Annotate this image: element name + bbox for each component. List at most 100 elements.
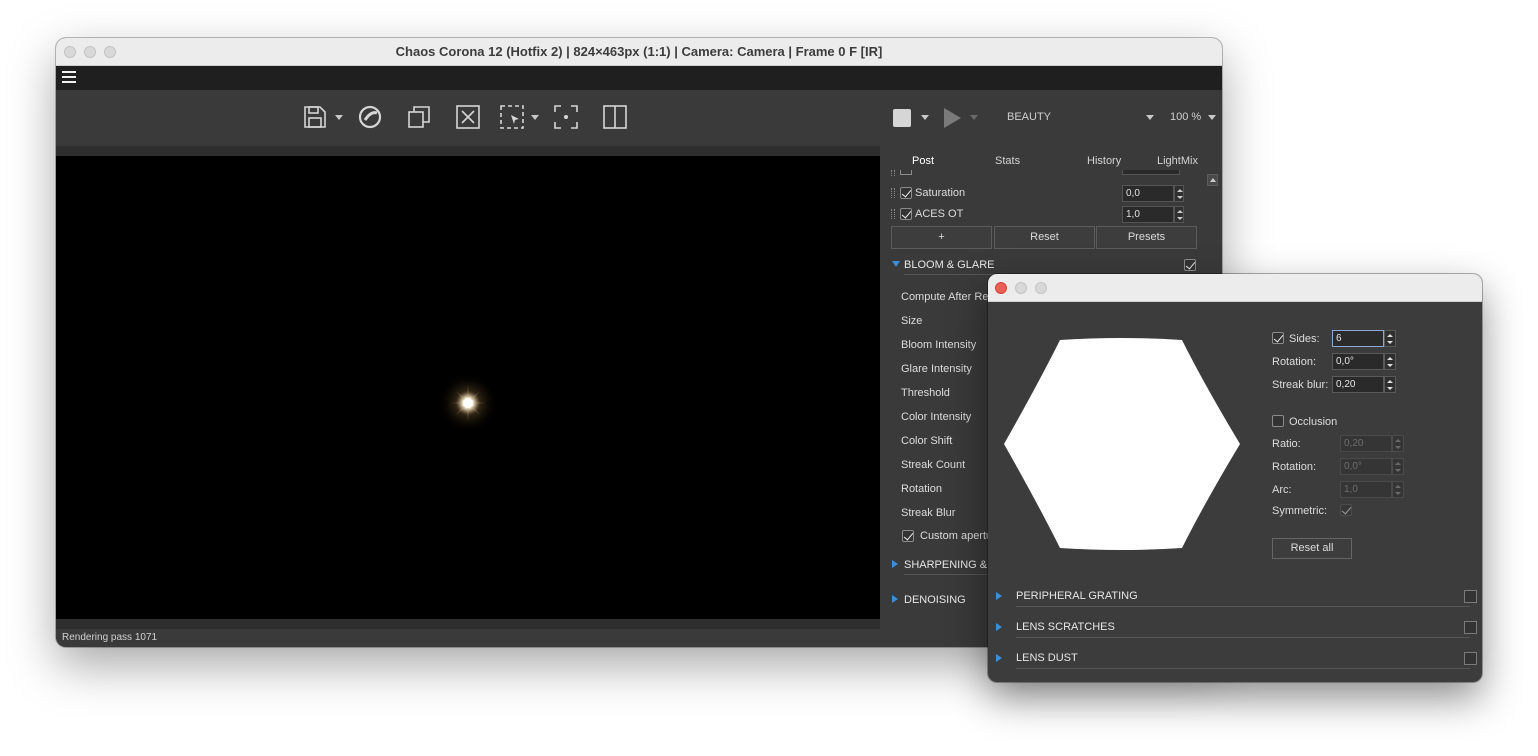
render-viewport[interactable]: [56, 156, 880, 619]
bloom-item-streak-count: Streak Count: [901, 459, 966, 471]
bloom-item-color-shift: Color Shift: [901, 435, 953, 447]
saturation-label: Saturation: [915, 187, 966, 199]
window-titlebar: Chaos Corona 12 (Hotfix 2) | 824×463px (…: [56, 38, 1222, 66]
region-render-icon[interactable]: [498, 103, 526, 131]
add-operator-button[interactable]: +: [891, 226, 992, 249]
toolbar: BEAUTY 100 %: [56, 90, 1222, 146]
scroll-up-arrow[interactable]: [1207, 174, 1218, 186]
ratio-stepper[interactable]: [1392, 435, 1404, 452]
zoom-select[interactable]: 100 %: [1170, 111, 1201, 123]
save-icon[interactable]: [301, 103, 329, 131]
bloom-item-rotation: Rotation: [901, 483, 942, 495]
aperture-dialog: Sides: 6 Rotation: 0,0° Streak blur: 0,2…: [988, 274, 1482, 682]
occlusion-rotation-field[interactable]: 0,0°: [1340, 458, 1392, 475]
sharpening-section[interactable]: SHARPENING & B: [904, 559, 998, 571]
bloom-item-color-intensity: Color Intensity: [901, 411, 972, 423]
arc-field[interactable]: 1,0: [1340, 481, 1392, 498]
compare-split-icon[interactable]: [601, 103, 629, 131]
occlusion-label: Occlusion: [1289, 416, 1338, 428]
sides-field[interactable]: 6: [1332, 330, 1384, 347]
saturation-checkbox[interactable]: [900, 187, 912, 199]
expand-right-icon[interactable]: [892, 560, 898, 568]
corona-logo-icon[interactable]: [356, 103, 384, 131]
presets-button[interactable]: Presets: [1096, 226, 1197, 249]
saturation-field[interactable]: 0,0: [1122, 185, 1174, 202]
custom-aperture-checkbox[interactable]: [902, 530, 914, 542]
stop-render-icon[interactable]: [893, 109, 911, 127]
window-title: Chaos Corona 12 (Hotfix 2) | 824×463px (…: [395, 44, 883, 59]
lens-dust-section[interactable]: LENS DUST: [1016, 652, 1078, 664]
channel-dropdown-icon[interactable]: [1146, 115, 1154, 120]
render-channel-select[interactable]: BEAUTY: [1007, 111, 1051, 123]
streak-blur-label: Streak blur:: [1272, 379, 1329, 391]
aces-ot-label: ACES OT: [915, 208, 964, 220]
hamburger-menu-icon[interactable]: [62, 71, 76, 83]
occlusion-checkbox[interactable]: [1272, 415, 1284, 427]
bloom-item-glare-intensity: Glare Intensity: [901, 363, 972, 375]
saturation-stepper[interactable]: [1174, 185, 1184, 202]
streak-blur-field[interactable]: 0,20: [1332, 376, 1384, 393]
sides-label: Sides:: [1289, 333, 1320, 345]
bloom-item-compute-after: Compute After Re: [901, 291, 989, 303]
tab-post[interactable]: Post: [912, 155, 934, 167]
rotation-label: Rotation:: [1272, 356, 1317, 368]
lens-scratches-section[interactable]: LENS SCRATCHES: [1016, 621, 1115, 633]
section-divider: [1016, 668, 1470, 669]
occlusion-rotation-stepper[interactable]: [1392, 458, 1404, 475]
save-dropdown-icon[interactable]: [335, 115, 343, 120]
drag-handle-icon[interactable]: [891, 170, 895, 176]
expand-right-icon[interactable]: [996, 654, 1002, 662]
expand-down-icon[interactable]: [892, 261, 900, 267]
dialog-titlebar: [988, 274, 1482, 302]
copy-icon[interactable]: [405, 103, 433, 131]
rotation-stepper[interactable]: [1384, 353, 1396, 370]
drag-handle-icon[interactable]: [891, 188, 895, 198]
bloom-glare-checkbox[interactable]: [1184, 259, 1196, 271]
expand-right-icon[interactable]: [892, 595, 898, 603]
peripheral-grating-section[interactable]: PERIPHERAL GRATING: [1016, 590, 1138, 602]
reset-all-button[interactable]: Reset all: [1272, 538, 1352, 559]
arc-stepper[interactable]: [1392, 481, 1404, 498]
stop-dropdown-icon[interactable]: [921, 115, 929, 120]
aperture-preview: [1004, 338, 1240, 550]
clear-vfb-icon[interactable]: [454, 103, 482, 131]
partial-checkbox: [900, 170, 912, 175]
focus-pick-icon[interactable]: [552, 103, 580, 131]
reset-button[interactable]: Reset: [994, 226, 1095, 249]
dialog-zoom-button[interactable]: [1035, 282, 1047, 294]
start-render-icon[interactable]: [944, 108, 961, 128]
aces-ot-stepper[interactable]: [1174, 206, 1184, 223]
tab-lightmix[interactable]: LightMix: [1157, 155, 1198, 167]
sides-checkbox[interactable]: [1272, 332, 1284, 344]
expand-right-icon[interactable]: [996, 592, 1002, 600]
lens-dust-checkbox[interactable]: [1464, 652, 1477, 665]
symmetric-checkbox[interactable]: [1340, 504, 1352, 516]
dialog-minimize-button[interactable]: [1015, 282, 1027, 294]
region-dropdown-icon[interactable]: [531, 115, 539, 120]
viewport-top-band: [56, 146, 880, 156]
aces-ot-checkbox[interactable]: [900, 208, 912, 220]
streak-blur-stepper[interactable]: [1384, 376, 1396, 393]
lens-scratches-checkbox[interactable]: [1464, 621, 1477, 634]
ratio-label: Ratio:: [1272, 438, 1301, 450]
occlusion-rotation-label: Rotation:: [1272, 461, 1317, 473]
partial-field: [1122, 170, 1180, 175]
denoising-section[interactable]: DENOISING: [904, 594, 966, 606]
bloom-item-size: Size: [901, 315, 923, 327]
dialog-close-button[interactable]: [995, 282, 1007, 294]
tab-stats[interactable]: Stats: [995, 155, 1020, 167]
expand-right-icon[interactable]: [996, 623, 1002, 631]
status-text: Rendering pass 1071: [62, 632, 158, 643]
menu-bar: [56, 66, 1222, 90]
bloom-glare-section[interactable]: BLOOM & GLARE: [904, 259, 994, 271]
ratio-field[interactable]: 0,20: [1340, 435, 1392, 452]
drag-handle-icon[interactable]: [891, 209, 895, 219]
rotation-field[interactable]: 0,0°: [1332, 353, 1384, 370]
start-dropdown-icon[interactable]: [970, 115, 978, 120]
peripheral-grating-checkbox[interactable]: [1464, 590, 1477, 603]
aces-ot-field[interactable]: 1,0: [1122, 206, 1174, 223]
sides-stepper[interactable]: [1384, 330, 1396, 347]
section-divider: [1016, 637, 1470, 638]
tab-history[interactable]: History: [1087, 155, 1121, 167]
zoom-dropdown-icon[interactable]: [1208, 115, 1216, 120]
